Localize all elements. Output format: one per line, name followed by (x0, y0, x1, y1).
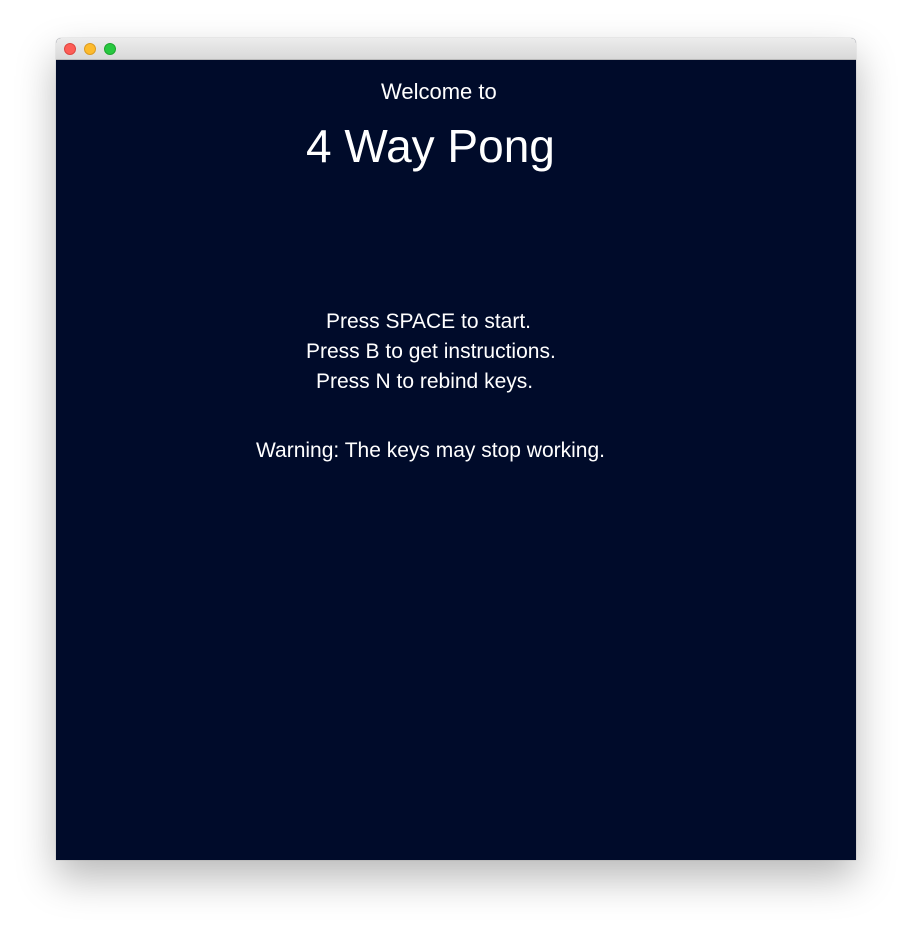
instruction-start: Press SPACE to start. (326, 310, 532, 333)
welcome-text: Welcome to (381, 79, 497, 104)
game-title: 4 Way Pong (306, 120, 555, 172)
window-titlebar[interactable] (56, 38, 856, 60)
instruction-help: Press B to get instructions. (306, 340, 556, 363)
warning-text: Warning: The keys may stop working. (256, 439, 605, 462)
minimize-button[interactable] (84, 43, 96, 55)
instruction-rebind: Press N to rebind keys. (316, 370, 534, 393)
app-window: Welcome to 4 Way Pong Press SPACE to sta… (56, 38, 856, 860)
game-canvas[interactable]: Welcome to 4 Way Pong Press SPACE to sta… (56, 60, 856, 860)
zoom-button[interactable] (104, 43, 116, 55)
close-button[interactable] (64, 43, 76, 55)
